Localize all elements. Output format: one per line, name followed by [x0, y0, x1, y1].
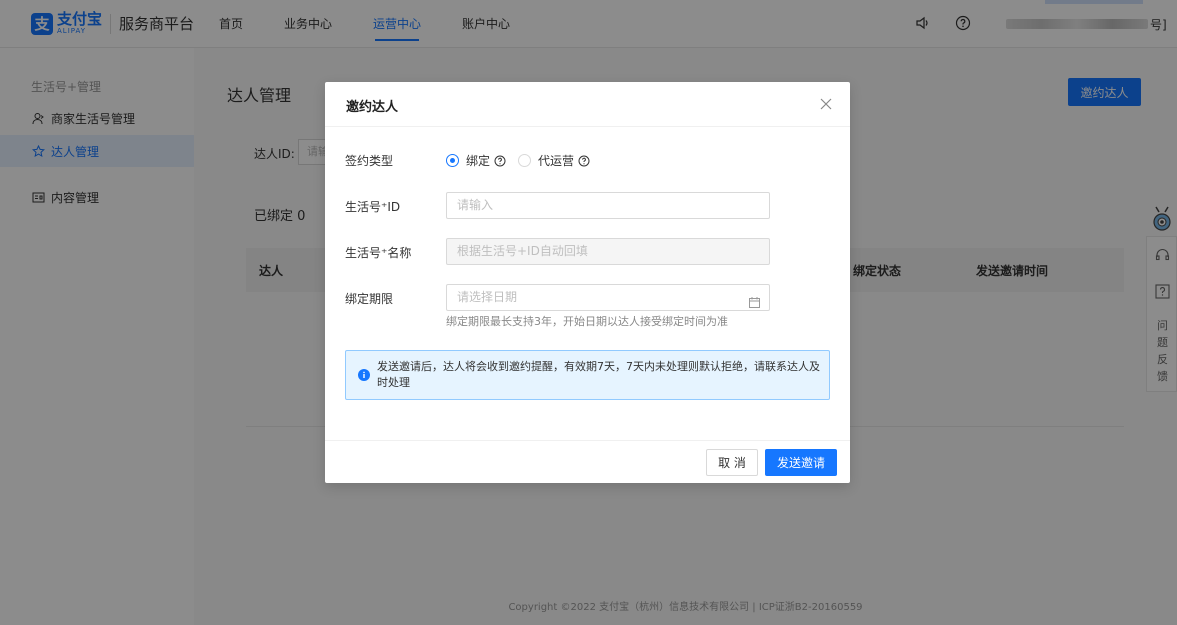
invite-influencer-dialog: 邀约达人 签约类型 绑定 代运营 生活号⁺ID 请输入 生活号⁺名称 根据生活号… [325, 82, 850, 483]
calendar-icon [749, 292, 760, 308]
question-circle-icon[interactable] [578, 155, 590, 167]
sign-type-label: 签约类型 [345, 154, 394, 168]
dialog-footer: 取 消 发送邀请 [325, 440, 850, 483]
info-notice: 发送邀请后，达人将会收到邀约提醒，有效期7天，7天内未处理则默认拒绝，请联系达人… [345, 350, 830, 400]
cancel-button[interactable]: 取 消 [706, 449, 758, 476]
bind-period-hint: 绑定期限最长支持3年，开始日期以达人接受绑定时间为准 [446, 315, 728, 328]
bind-period-label: 绑定期限 [345, 292, 394, 306]
radio-bind[interactable] [446, 154, 459, 167]
close-icon[interactable] [820, 98, 832, 110]
dialog-header: 邀约达人 [325, 82, 850, 127]
dialog-title: 邀约达人 [346, 100, 399, 115]
radio-bind-label[interactable]: 绑定 [466, 152, 490, 169]
bind-period-date-picker[interactable]: 请选择日期 [446, 284, 770, 311]
radio-operation-agent-label[interactable]: 代运营 [538, 152, 574, 169]
life-account-name-input: 根据生活号+ID自动回填 [446, 238, 770, 265]
life-account-id-input[interactable]: 请输入 [446, 192, 770, 219]
notice-text: 发送邀请后，达人将会收到邀约提醒，有效期7天，7天内未处理则默认拒绝，请联系达人… [377, 360, 820, 389]
send-invite-button[interactable]: 发送邀请 [765, 449, 837, 476]
radio-operation-agent[interactable] [518, 154, 532, 167]
question-circle-icon[interactable] [494, 155, 506, 167]
info-icon [358, 369, 370, 381]
sign-type-radio-group: 绑定 代运营 [446, 152, 602, 169]
life-account-name-label: 生活号⁺名称 [345, 246, 412, 260]
date-placeholder: 请选择日期 [457, 290, 518, 304]
life-account-id-label: 生活号⁺ID [345, 200, 401, 214]
